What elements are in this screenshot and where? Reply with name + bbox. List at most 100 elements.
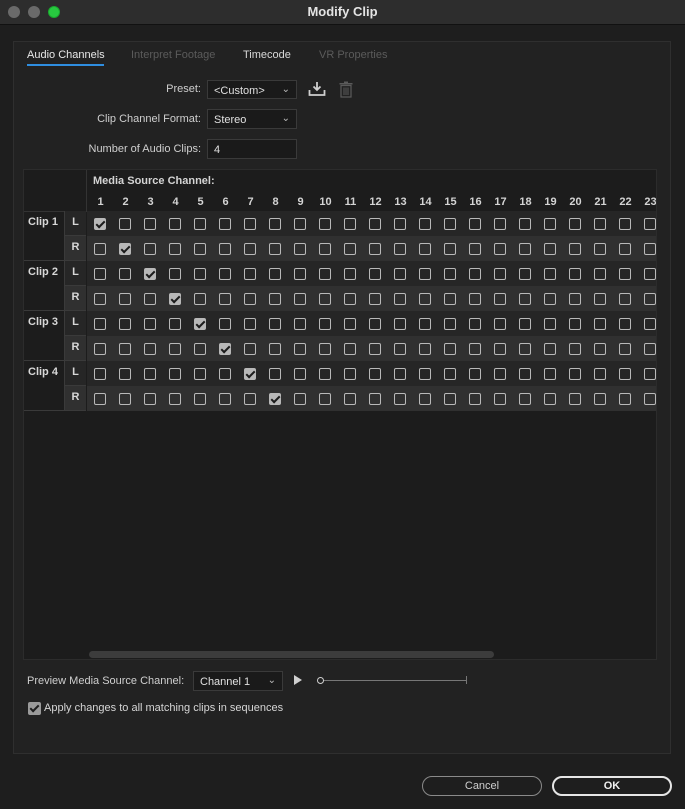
- channel-checkbox[interactable]: [619, 293, 631, 305]
- channel-checkbox[interactable]: [519, 293, 531, 305]
- channel-checkbox[interactable]: [419, 268, 431, 280]
- channel-checkbox[interactable]: [169, 343, 181, 355]
- channel-checkbox[interactable]: [344, 343, 356, 355]
- channel-checkbox[interactable]: [244, 218, 256, 230]
- num-audio-clips-input[interactable]: 4: [207, 139, 297, 159]
- trash-icon[interactable]: [338, 81, 356, 99]
- channel-checkbox[interactable]: [194, 343, 206, 355]
- channel-checkbox[interactable]: [244, 293, 256, 305]
- channel-checkbox[interactable]: [369, 318, 381, 330]
- channel-checkbox[interactable]: [369, 368, 381, 380]
- channel-checkbox[interactable]: [294, 318, 306, 330]
- channel-checkbox[interactable]: [294, 243, 306, 255]
- channel-checkbox[interactable]: [269, 243, 281, 255]
- channel-checkbox[interactable]: [294, 343, 306, 355]
- channel-checkbox[interactable]: [594, 268, 606, 280]
- channel-checkbox[interactable]: [569, 218, 581, 230]
- channel-checkbox[interactable]: [494, 218, 506, 230]
- channel-checkbox[interactable]: [494, 293, 506, 305]
- channel-checkbox[interactable]: [219, 393, 231, 405]
- channel-checkbox[interactable]: [369, 268, 381, 280]
- channel-checkbox[interactable]: [119, 243, 131, 255]
- channel-checkbox[interactable]: [269, 293, 281, 305]
- channel-checkbox[interactable]: [169, 293, 181, 305]
- channel-checkbox[interactable]: [269, 368, 281, 380]
- channel-checkbox[interactable]: [194, 318, 206, 330]
- channel-checkbox[interactable]: [644, 343, 656, 355]
- channel-checkbox[interactable]: [194, 243, 206, 255]
- channel-checkbox[interactable]: [644, 268, 656, 280]
- channel-checkbox[interactable]: [394, 218, 406, 230]
- channel-checkbox[interactable]: [344, 243, 356, 255]
- channel-checkbox[interactable]: [244, 318, 256, 330]
- channel-checkbox[interactable]: [219, 343, 231, 355]
- channel-checkbox[interactable]: [644, 243, 656, 255]
- channel-checkbox[interactable]: [519, 243, 531, 255]
- channel-checkbox[interactable]: [394, 318, 406, 330]
- channel-checkbox[interactable]: [94, 318, 106, 330]
- channel-checkbox[interactable]: [369, 218, 381, 230]
- channel-checkbox[interactable]: [469, 243, 481, 255]
- channel-checkbox[interactable]: [119, 318, 131, 330]
- channel-checkbox[interactable]: [394, 293, 406, 305]
- channel-checkbox[interactable]: [269, 268, 281, 280]
- channel-checkbox[interactable]: [294, 268, 306, 280]
- channel-checkbox[interactable]: [244, 368, 256, 380]
- channel-checkbox[interactable]: [344, 393, 356, 405]
- channel-checkbox[interactable]: [569, 293, 581, 305]
- channel-checkbox[interactable]: [144, 318, 156, 330]
- channel-checkbox[interactable]: [369, 293, 381, 305]
- channel-checkbox[interactable]: [619, 393, 631, 405]
- channel-checkbox[interactable]: [594, 293, 606, 305]
- channel-checkbox[interactable]: [469, 268, 481, 280]
- channel-checkbox[interactable]: [294, 218, 306, 230]
- channel-checkbox[interactable]: [219, 318, 231, 330]
- channel-checkbox[interactable]: [394, 343, 406, 355]
- channel-checkbox[interactable]: [194, 268, 206, 280]
- apply-changes-checkbox[interactable]: [28, 702, 41, 715]
- channel-checkbox[interactable]: [169, 368, 181, 380]
- channel-checkbox[interactable]: [544, 318, 556, 330]
- channel-checkbox[interactable]: [219, 268, 231, 280]
- channel-checkbox[interactable]: [644, 293, 656, 305]
- channel-checkbox[interactable]: [619, 368, 631, 380]
- channel-checkbox[interactable]: [119, 393, 131, 405]
- channel-checkbox[interactable]: [494, 243, 506, 255]
- channel-checkbox[interactable]: [94, 243, 106, 255]
- channel-checkbox[interactable]: [469, 343, 481, 355]
- channel-checkbox[interactable]: [319, 343, 331, 355]
- channel-checkbox[interactable]: [269, 393, 281, 405]
- channel-checkbox[interactable]: [644, 318, 656, 330]
- channel-checkbox[interactable]: [469, 368, 481, 380]
- channel-checkbox[interactable]: [144, 268, 156, 280]
- channel-checkbox[interactable]: [94, 393, 106, 405]
- channel-checkbox[interactable]: [269, 343, 281, 355]
- channel-checkbox[interactable]: [644, 218, 656, 230]
- channel-checkbox[interactable]: [194, 393, 206, 405]
- channel-checkbox[interactable]: [119, 368, 131, 380]
- channel-checkbox[interactable]: [619, 343, 631, 355]
- channel-checkbox[interactable]: [244, 243, 256, 255]
- channel-checkbox[interactable]: [219, 293, 231, 305]
- channel-checkbox[interactable]: [319, 243, 331, 255]
- channel-checkbox[interactable]: [94, 293, 106, 305]
- channel-checkbox[interactable]: [119, 268, 131, 280]
- channel-checkbox[interactable]: [319, 218, 331, 230]
- channel-checkbox[interactable]: [644, 393, 656, 405]
- channel-checkbox[interactable]: [394, 393, 406, 405]
- channel-checkbox[interactable]: [419, 243, 431, 255]
- channel-checkbox[interactable]: [144, 218, 156, 230]
- tab-audio-channels[interactable]: Audio Channels: [27, 49, 105, 61]
- channel-checkbox[interactable]: [419, 218, 431, 230]
- channel-checkbox[interactable]: [269, 318, 281, 330]
- channel-checkbox[interactable]: [269, 218, 281, 230]
- channel-checkbox[interactable]: [519, 368, 531, 380]
- channel-checkbox[interactable]: [544, 368, 556, 380]
- channel-checkbox[interactable]: [494, 318, 506, 330]
- channel-checkbox[interactable]: [94, 268, 106, 280]
- channel-checkbox[interactable]: [444, 218, 456, 230]
- channel-checkbox[interactable]: [444, 393, 456, 405]
- channel-checkbox[interactable]: [394, 268, 406, 280]
- clip-channel-format-dropdown[interactable]: Stereo ⌄: [207, 109, 297, 129]
- preview-channel-dropdown[interactable]: Channel 1 ⌄: [193, 671, 283, 691]
